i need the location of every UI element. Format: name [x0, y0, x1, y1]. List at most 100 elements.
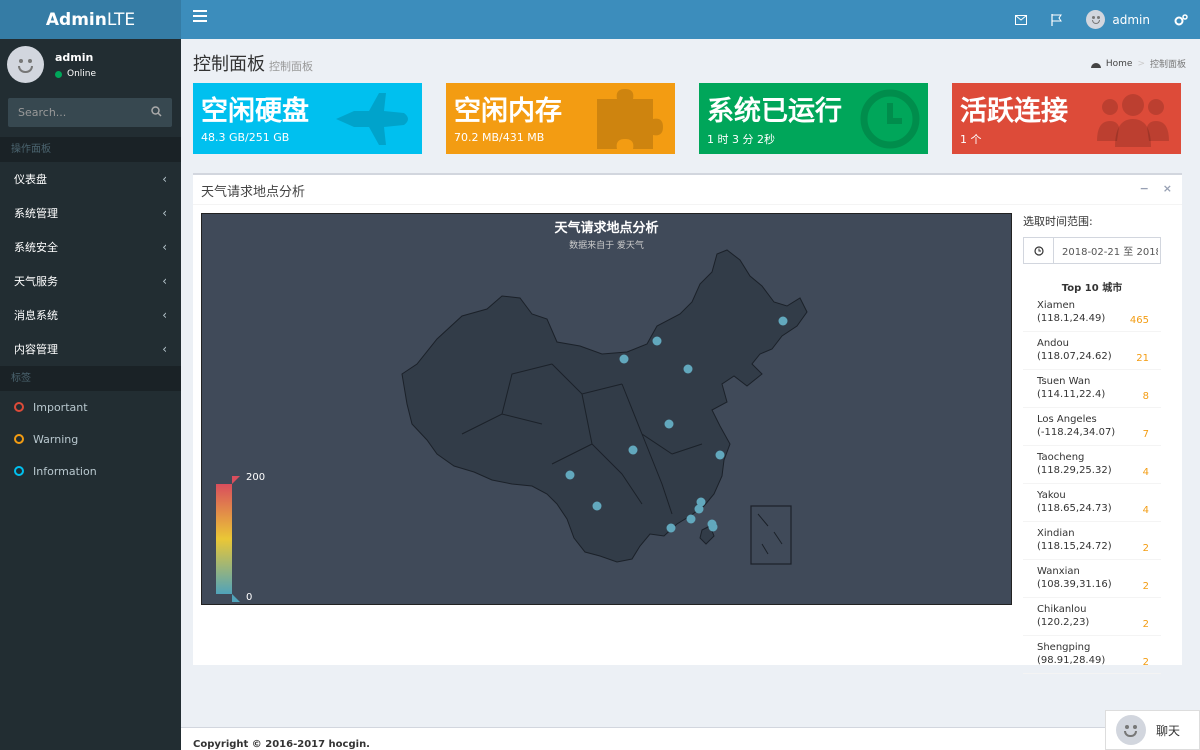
label-text: Information — [33, 464, 97, 478]
chat-label: 聊天 — [1156, 723, 1181, 738]
sidebar-item-label: 系统管理 — [14, 207, 58, 220]
date-range-input[interactable]: 2018-02-21 至 2018 — [1023, 237, 1161, 264]
page-title: 控制面板 控制面板 — [193, 50, 313, 76]
stat-title: 空闲内存 — [454, 96, 562, 127]
stat-value: 1 时 3 分 2秒 — [707, 133, 775, 146]
gears-icon[interactable] — [1162, 13, 1200, 26]
logo-bold: Admin — [45, 9, 107, 30]
city-row: Tsuen Wan (114.11,22.4) 8 — [1023, 370, 1161, 408]
city-name: Yakou (118.65,24.73) — [1037, 490, 1112, 514]
city-row: Wanxian (108.39,31.16) 2 — [1023, 560, 1161, 598]
city-count: 4 — [1142, 467, 1149, 478]
visual-map-legend[interactable] — [216, 476, 240, 602]
chevron-left-icon: ‹ — [162, 240, 167, 254]
map-chart[interactable]: 天气请求地点分析 数据来自于 爱天气 200 0 — [201, 213, 1012, 605]
search-input[interactable]: Search... — [8, 98, 172, 127]
breadcrumb-separator: > — [1137, 58, 1145, 69]
map-point[interactable] — [686, 514, 696, 524]
map-point[interactable] — [619, 354, 629, 364]
map-point[interactable] — [683, 364, 693, 374]
user-name: admin — [55, 51, 94, 64]
city-row: Los Angeles (-118.24,34.07) 7 — [1023, 408, 1161, 446]
sidebar-item[interactable]: 天气服务 ‹ — [0, 264, 181, 298]
label-item[interactable]: Important — [0, 391, 181, 423]
label-item[interactable]: Information — [0, 455, 181, 487]
header-avatar — [1086, 10, 1106, 29]
user-status: Online — [55, 69, 96, 79]
label-item[interactable]: Warning — [0, 423, 181, 455]
status-text: Online — [67, 69, 97, 79]
collapse-icon[interactable]: − — [1140, 182, 1149, 195]
stat-box-disk: 空闲硬盘 48.3 GB/251 GB — [193, 83, 422, 154]
panel-title: 天气请求地点分析 — [201, 185, 306, 200]
stat-title: 系统已运行 — [707, 96, 842, 127]
breadcrumb-home[interactable]: Home — [1106, 59, 1133, 69]
map-point[interactable] — [666, 523, 676, 533]
sidebar-item[interactable]: 系统安全 ‹ — [0, 230, 181, 264]
sidebar-item[interactable]: 系统管理 ‹ — [0, 196, 181, 230]
puzzle-icon — [597, 89, 663, 149]
panel-header: 天气请求地点分析 − × — [193, 175, 1182, 205]
city-row: Shengping (98.91,28.49) 2 — [1023, 636, 1161, 674]
chat-widget[interactable]: 聊天 — [1105, 710, 1200, 750]
map-point[interactable] — [664, 419, 674, 429]
clock-icon — [860, 89, 920, 149]
city-count: 2 — [1142, 581, 1149, 592]
stat-box-uptime: 系统已运行 1 时 3 分 2秒 — [699, 83, 928, 154]
online-dot-icon — [55, 70, 62, 78]
city-name: Shengping (98.91,28.49) — [1037, 642, 1106, 666]
mail-icon[interactable] — [1003, 14, 1039, 25]
city-name: Xiamen (118.1,24.49) — [1037, 300, 1106, 324]
section-header-main: 操作面板 — [0, 137, 181, 162]
city-name: Taocheng (118.29,25.32) — [1037, 452, 1112, 476]
city-count: 2 — [1142, 657, 1149, 668]
chevron-left-icon: ‹ — [162, 206, 167, 220]
city-row: Chikanlou (120.2,23) 2 — [1023, 598, 1161, 636]
map-point[interactable] — [715, 450, 725, 460]
sidebar-item-label: 天气服务 — [14, 275, 58, 288]
footer: Copyright © 2016-2017 hocgin. — [181, 727, 1200, 750]
city-row: Xindian (118.15,24.72) 2 — [1023, 522, 1161, 560]
sidebar-item[interactable]: 内容管理 ‹ — [0, 332, 181, 366]
handle-bottom-icon[interactable] — [232, 594, 240, 602]
visual-min-label: 0 — [246, 592, 253, 603]
circle-icon — [14, 402, 24, 412]
map-point[interactable] — [652, 336, 662, 346]
sidebar-item[interactable]: 消息系统 ‹ — [0, 298, 181, 332]
flag-icon[interactable] — [1039, 13, 1074, 26]
label-text: Warning — [33, 432, 79, 446]
user-avatar — [7, 46, 44, 83]
sidebar-toggle-icon[interactable] — [193, 10, 207, 24]
sidebar-item[interactable]: 仪表盘 ‹ — [0, 162, 181, 196]
map-point[interactable] — [592, 501, 602, 511]
close-icon[interactable]: × — [1163, 182, 1172, 195]
filter-sidebar: 选取时间范围: 2018-02-21 至 2018 Top 10 城市 Xiam… — [1023, 213, 1183, 674]
map-point[interactable] — [694, 504, 704, 514]
chevron-left-icon: ‹ — [162, 172, 167, 186]
chevron-left-icon: ‹ — [162, 342, 167, 356]
handle-top-icon[interactable] — [232, 476, 240, 484]
stat-value: 1 个 — [960, 133, 982, 146]
map-title: 天气请求地点分析 — [554, 221, 659, 236]
map-point[interactable] — [708, 522, 718, 532]
breadcrumb: Home > 控制面板 — [1090, 57, 1186, 70]
china-map-shape — [401, 249, 808, 565]
header-username: admin — [1112, 12, 1150, 27]
city-row: Taocheng (118.29,25.32) 4 — [1023, 446, 1161, 484]
city-row: Yakou (118.65,24.73) 4 — [1023, 484, 1161, 522]
user-menu[interactable]: admin — [1074, 10, 1162, 29]
weather-panel: 天气请求地点分析 − × 天气请求地点分析 数据来自于 爱天气 200 0 选取… — [193, 173, 1182, 674]
map-point[interactable] — [565, 470, 575, 480]
content-area: 控制面板 控制面板 Home > 控制面板 空闲硬盘 48.3 GB/251 GB… — [181, 39, 1200, 750]
city-count: 4 — [1142, 505, 1149, 516]
map-point[interactable] — [628, 445, 638, 455]
stat-box-memory: 空闲内存 70.2 MB/431 MB — [446, 83, 675, 154]
map-subtitle: 数据来自于 爱天气 — [569, 241, 644, 251]
dashboard-icon — [1090, 62, 1101, 68]
city-name: Andou (118.07,24.62) — [1037, 338, 1112, 362]
circle-icon — [14, 466, 24, 476]
map-point[interactable] — [778, 316, 788, 326]
search-icon[interactable] — [151, 106, 162, 120]
app-logo[interactable]: Admin LTE — [0, 0, 181, 39]
city-name: Tsuen Wan (114.11,22.4) — [1037, 376, 1106, 400]
